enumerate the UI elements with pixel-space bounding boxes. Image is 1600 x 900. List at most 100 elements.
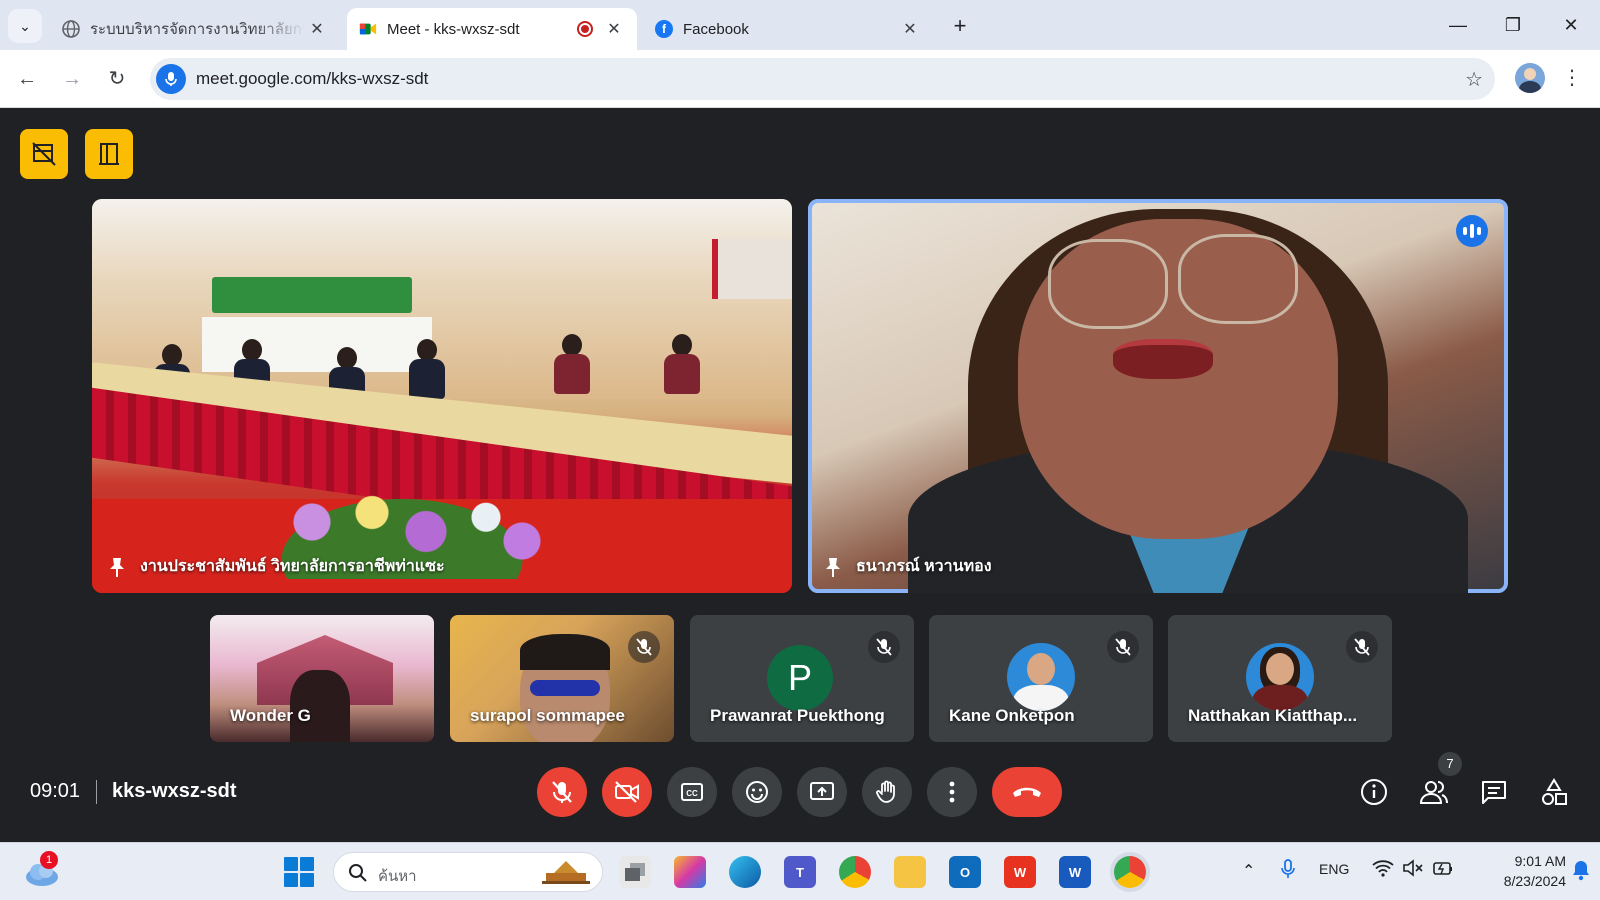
battery-icon[interactable] <box>1432 859 1454 877</box>
close-icon[interactable]: ✕ <box>306 19 328 39</box>
video-frame <box>712 239 792 299</box>
profile-avatar[interactable] <box>1515 63 1545 93</box>
browser-menu-icon[interactable]: ⋮ <box>1562 64 1582 92</box>
address-bar[interactable]: meet.google.com/kks-wxsz-sdt ☆ <box>150 58 1495 100</box>
search-icon <box>349 864 367 882</box>
avatar <box>1246 643 1314 711</box>
chevron-down-icon: ⌄ <box>19 17 31 34</box>
no-camera-feed-button[interactable] <box>20 129 68 179</box>
back-button[interactable]: ← <box>10 62 44 96</box>
pin-icon[interactable] <box>822 556 844 578</box>
chat-icon <box>1482 781 1506 804</box>
tab-meet[interactable]: Meet - kks-wxsz-sdt ✕ <box>347 8 637 50</box>
taskbar-search[interactable]: ค้นหา <box>333 852 603 892</box>
reactions-button[interactable] <box>732 767 782 817</box>
meeting-details-button[interactable] <box>1356 774 1392 810</box>
meeting-code: kks-wxsz-sdt <box>112 780 237 802</box>
mic-off-icon <box>552 781 572 803</box>
activities-button[interactable] <box>1536 774 1572 810</box>
hand-icon <box>876 780 895 803</box>
windows-taskbar: 1 ค้นหา T O W W ⌃ ENG 9:01 AM 8/23/2024 <box>0 842 1600 900</box>
chrome-icon[interactable] <box>839 856 871 888</box>
meet-logo-icon <box>359 20 377 38</box>
video-tile-meeting-room[interactable]: งานประชาสัมพันธ์ วิทยาลัยการอาชีพท่าแซะ <box>92 199 792 593</box>
copilot-icon[interactable] <box>674 856 706 888</box>
raise-hand-button[interactable] <box>862 767 912 817</box>
temple-illustration-icon <box>542 861 590 884</box>
avatar: P <box>767 645 833 711</box>
task-view-icon[interactable] <box>619 856 651 888</box>
svg-text:CC: CC <box>686 789 698 798</box>
closed-captions-icon: CC <box>681 783 703 801</box>
microphone-icon <box>156 64 186 94</box>
volume-muted-icon[interactable] <box>1402 859 1424 877</box>
participant-name: Natthakan Kiatthap... <box>1188 706 1358 725</box>
outlook-icon[interactable]: O <box>949 856 981 888</box>
chrome-active-icon[interactable] <box>1114 856 1146 888</box>
video-frame <box>662 334 702 394</box>
reload-button[interactable]: ↻ <box>100 62 134 96</box>
people-button[interactable] <box>1416 774 1452 810</box>
participant-tile[interactable]: Kane Onketpon <box>929 615 1153 742</box>
forward-button[interactable]: → <box>55 62 89 96</box>
globe-icon <box>62 20 80 38</box>
video-tile-active-speaker[interactable]: ธนาภรณ์ หวานทอง <box>808 199 1508 593</box>
divider <box>96 780 97 804</box>
tab-college-system[interactable]: ระบบบริหารจัดการงานวิทยาลัยการอาชีพท่าแซ… <box>50 8 340 50</box>
teams-icon[interactable]: T <box>784 856 816 888</box>
camera-toggle-button[interactable] <box>602 767 652 817</box>
participant-name: งานประชาสัมพันธ์ วิทยาลัยการอาชีพท่าแซะ <box>140 558 445 575</box>
input-language[interactable]: ENG <box>1319 861 1349 877</box>
chat-button[interactable] <box>1476 774 1512 810</box>
microphone-toggle-button[interactable] <box>537 767 587 817</box>
speaking-indicator-icon <box>1456 215 1488 247</box>
word-icon[interactable]: W <box>1059 856 1091 888</box>
participant-tile[interactable]: surapol sommapee <box>450 615 674 742</box>
chevron-up-icon[interactable]: ⌃ <box>1242 861 1255 881</box>
browser-toolbar: ← → ↻ meet.google.com/kks-wxsz-sdt ☆ ⋮ <box>0 50 1600 108</box>
pin-icon[interactable] <box>106 556 128 578</box>
participant-name: Kane Onketpon <box>949 706 1075 725</box>
bookmark-star-icon[interactable]: ☆ <box>1465 67 1483 92</box>
present-screen-button[interactable] <box>797 767 847 817</box>
participant-name: Wonder G <box>230 706 311 725</box>
more-options-button[interactable] <box>927 767 977 817</box>
participant-tile[interactable]: Wonder G <box>210 615 434 742</box>
close-icon[interactable]: ✕ <box>603 19 625 39</box>
video-frame <box>848 199 1468 593</box>
people-count-badge: 7 <box>1438 752 1462 776</box>
minimize-button[interactable]: — <box>1443 10 1473 40</box>
participant-name: surapol sommapee <box>470 706 625 725</box>
restore-button[interactable]: ❐ <box>1498 10 1528 40</box>
video-frame <box>520 634 610 742</box>
wps-office-icon[interactable]: W <box>1004 856 1036 888</box>
facebook-icon: f <box>655 20 673 38</box>
close-window-button[interactable]: ✕ <box>1556 10 1586 40</box>
mic-off-icon <box>1346 631 1378 663</box>
file-explorer-icon[interactable] <box>894 856 926 888</box>
more-vertical-icon <box>949 781 955 803</box>
participant-name: Prawanrat Puekthong <box>710 706 885 725</box>
info-icon <box>1361 779 1387 805</box>
tab-search-button[interactable]: ⌄ <box>8 9 42 43</box>
tile-label: ธนาภรณ์ หวานทอง <box>822 554 992 579</box>
edge-icon[interactable] <box>729 856 761 888</box>
captions-button[interactable]: CC <box>667 767 717 817</box>
notification-badge: 1 <box>40 851 58 869</box>
participant-tile[interactable]: P Prawanrat Puekthong <box>690 615 914 742</box>
wifi-icon[interactable] <box>1372 859 1394 877</box>
taskbar-clock[interactable]: 9:01 AM 8/23/2024 <box>1470 851 1566 891</box>
search-placeholder: ค้นหา <box>378 868 417 885</box>
close-icon[interactable]: ✕ <box>899 19 921 39</box>
notification-bell-icon[interactable] <box>1572 859 1590 881</box>
shapes-icon <box>1542 778 1567 805</box>
mic-off-icon <box>868 631 900 663</box>
layout-panel-button[interactable] <box>85 129 133 179</box>
leave-call-button[interactable] <box>992 767 1062 817</box>
mic-off-icon <box>628 631 660 663</box>
windows-start-icon[interactable] <box>284 857 314 887</box>
new-tab-button[interactable]: + <box>946 12 974 40</box>
tab-facebook[interactable]: f Facebook ✕ <box>643 8 933 50</box>
microphone-icon[interactable] <box>1280 858 1296 880</box>
participant-tile[interactable]: Natthakan Kiatthap... <box>1168 615 1392 742</box>
